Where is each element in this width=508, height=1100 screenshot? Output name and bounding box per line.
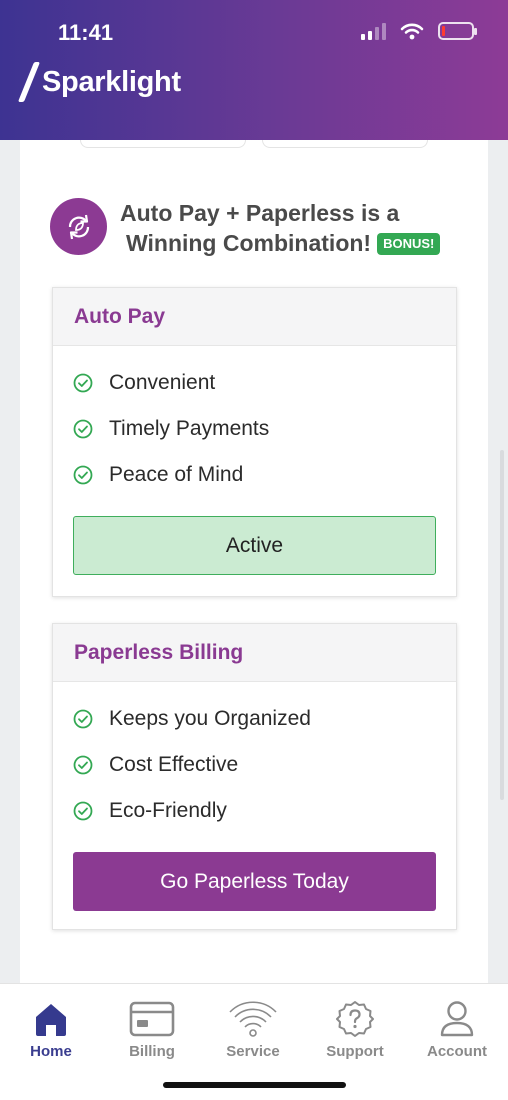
nav-billing-label: Billing — [129, 1043, 175, 1060]
help-icon — [305, 998, 405, 1040]
autopay-card: Auto Pay Convenient Timely Payments Peac… — [52, 287, 457, 597]
logo-slash-icon — [17, 62, 41, 102]
nav-service-label: Service — [226, 1043, 280, 1060]
list-item: Eco-Friendly — [73, 788, 456, 834]
list-item: Convenient — [73, 360, 456, 406]
nav-support-label: Support — [326, 1043, 384, 1060]
brand-logo: Sparklight — [17, 62, 181, 102]
partial-tile-right[interactable] — [262, 140, 428, 148]
nav-billing[interactable]: Billing — [102, 998, 202, 1060]
list-item: Timely Payments — [73, 406, 456, 452]
benefit-label: Timely Payments — [109, 417, 270, 440]
autopay-card-title: Auto Pay — [53, 288, 456, 346]
check-circle-icon — [73, 801, 93, 821]
promo-title-line1: Auto Pay + Paperless is a — [120, 200, 400, 226]
benefit-label: Peace of Mind — [109, 463, 244, 486]
status-icons — [361, 22, 477, 40]
battery-icon — [438, 22, 477, 40]
recycle-icon — [50, 198, 107, 255]
check-circle-icon — [73, 465, 93, 485]
check-circle-icon — [73, 373, 93, 393]
paperless-card-title: Paperless Billing — [53, 624, 456, 682]
cellular-signal-icon — [361, 22, 386, 40]
check-circle-icon — [73, 709, 93, 729]
check-circle-icon — [73, 419, 93, 439]
nav-home-label: Home — [30, 1043, 72, 1060]
status-time: 11:41 — [58, 20, 114, 45]
nav-account[interactable]: Account — [407, 998, 507, 1060]
wifi-status-icon — [400, 23, 424, 40]
home-indicator — [163, 1082, 346, 1088]
wifi-icon — [203, 998, 303, 1040]
nav-service[interactable]: Service — [203, 998, 303, 1060]
promo-heading: Auto Pay + Paperless is a Winning Combin… — [120, 198, 470, 258]
autopay-active-button[interactable]: Active — [73, 516, 436, 575]
check-circle-icon — [73, 755, 93, 775]
autopay-benefits-list: Convenient Timely Payments Peace of Mind — [53, 346, 456, 498]
paperless-benefits-list: Keeps you Organized Cost Effective Eco-F… — [53, 682, 456, 834]
scrollbar[interactable] — [500, 450, 504, 800]
credit-card-icon — [102, 998, 202, 1040]
promo-title-line2-row: Winning Combination! BONUS! — [120, 228, 470, 258]
nav-account-label: Account — [427, 1043, 487, 1060]
home-icon — [1, 998, 101, 1040]
promo-title-line2: Winning Combination! — [126, 230, 372, 256]
partial-tile-left[interactable] — [80, 140, 246, 148]
list-item: Cost Effective — [73, 742, 456, 788]
benefit-label: Convenient — [109, 371, 216, 394]
app-header: 11:41 Sparklight — [0, 0, 508, 140]
benefit-label: Keeps you Organized — [109, 707, 311, 730]
list-item: Peace of Mind — [73, 452, 456, 498]
benefit-label: Cost Effective — [109, 753, 239, 776]
benefit-label: Eco-Friendly — [109, 799, 227, 822]
nav-home[interactable]: Home — [1, 998, 101, 1060]
brand-name: Sparklight — [42, 65, 181, 98]
go-paperless-button[interactable]: Go Paperless Today — [73, 852, 436, 911]
nav-support[interactable]: Support — [305, 998, 405, 1060]
user-icon — [407, 998, 507, 1040]
paperless-card: Paperless Billing Keeps you Organized Co… — [52, 623, 457, 930]
list-item: Keeps you Organized — [73, 696, 456, 742]
bonus-badge: BONUS! — [377, 233, 441, 255]
